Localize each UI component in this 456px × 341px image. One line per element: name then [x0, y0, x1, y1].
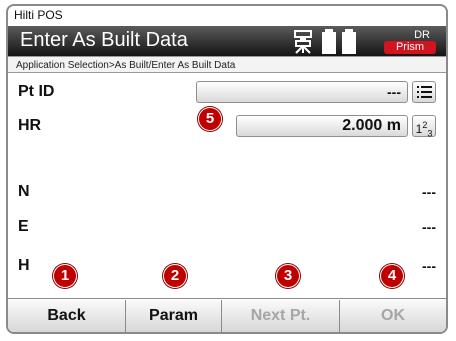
h-label: H [18, 257, 30, 274]
battery-icon[interactable] [322, 29, 356, 54]
footer-softkeys: Back Param Next Pt. OK [8, 298, 446, 332]
mode-dr-label: DR [414, 29, 430, 41]
row-e: E --- [8, 210, 446, 244]
callout-marker-4: 4 [380, 264, 404, 288]
breadcrumb: Application Selection>As Built/Enter As … [8, 56, 446, 73]
h-value: --- [422, 258, 436, 274]
e-label: E [18, 218, 29, 235]
hr-label: HR [18, 117, 42, 134]
ok-button[interactable]: OK [340, 300, 446, 332]
device-screen: Hilti POS Enter As Built Data DR Prism A… [6, 4, 448, 334]
mode-prism-badge: Prism [384, 41, 436, 54]
back-button[interactable]: Back [8, 300, 126, 332]
numeric-keypad-icon: 123 [415, 120, 433, 139]
callout-marker-5: 5 [198, 107, 222, 131]
header-bar: Enter As Built Data DR Prism [8, 26, 446, 56]
row-hr: HR 2.000 m 123 [8, 109, 446, 143]
pt-id-label: Pt ID [18, 83, 55, 100]
pt-id-field[interactable]: --- [196, 81, 408, 103]
list-icon [417, 86, 432, 98]
param-button[interactable]: Param [126, 300, 222, 332]
n-value: --- [422, 184, 436, 200]
list-button[interactable] [412, 81, 436, 103]
n-label: N [18, 183, 30, 200]
tribrach-icon[interactable] [292, 30, 314, 54]
app-title: Hilti POS [14, 8, 63, 22]
e-value: --- [422, 219, 436, 235]
numeric-keypad-button[interactable]: 123 [412, 115, 436, 138]
callout-marker-2: 2 [163, 264, 187, 288]
callout-marker-1: 1 [53, 264, 77, 288]
hr-field[interactable]: 2.000 m [236, 115, 408, 137]
row-n: N --- [8, 175, 446, 209]
next-point-button[interactable]: Next Pt. [222, 300, 340, 332]
page-title: Enter As Built Data [20, 29, 188, 51]
measure-mode-indicator[interactable]: DR Prism [384, 29, 436, 54]
callout-marker-3: 3 [276, 264, 300, 288]
row-pt-id: Pt ID --- [8, 75, 446, 109]
